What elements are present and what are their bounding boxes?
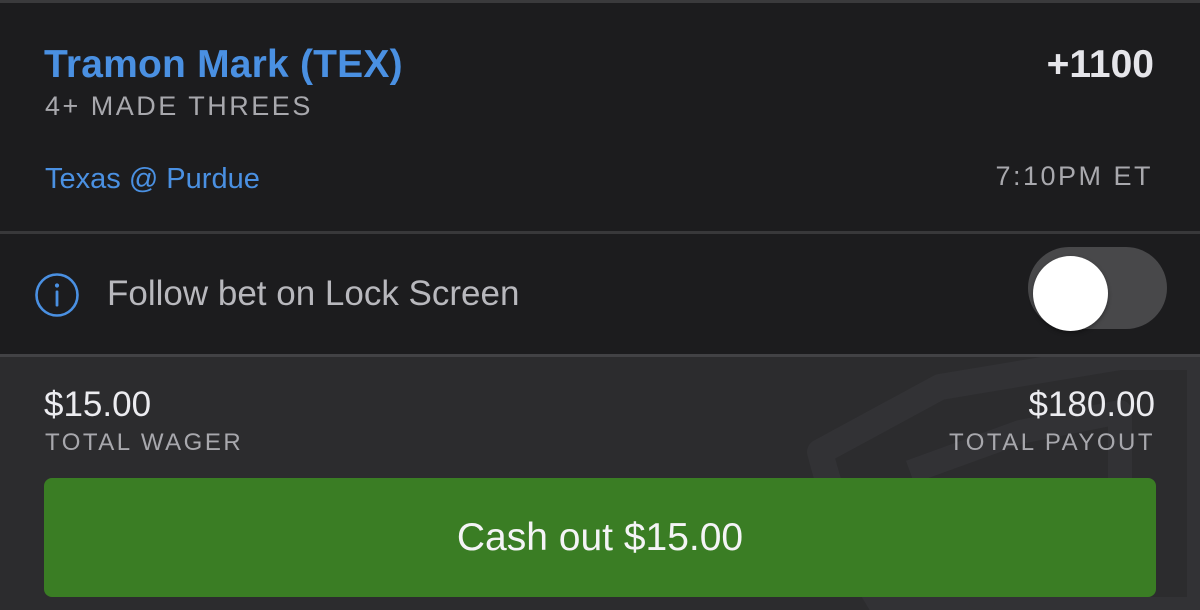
lock-screen-row: Follow bet on Lock Screen: [0, 234, 1200, 354]
toggle-knob: [1033, 256, 1108, 331]
cash-out-button[interactable]: Cash out $15.00: [44, 478, 1156, 597]
game-time: 7:10PM ET: [995, 161, 1153, 191]
lock-screen-label: Follow bet on Lock Screen: [107, 274, 520, 313]
total-wager-label: TOTAL WAGER: [45, 429, 244, 456]
lock-screen-toggle[interactable]: [1028, 247, 1167, 331]
bet-card: Tramon Mark (TEX) +1100 4+ MADE THREES T…: [0, 0, 1200, 610]
odds: +1100: [1046, 43, 1154, 86]
market-label: 4+ MADE THREES: [45, 91, 313, 121]
total-payout-label: TOTAL PAYOUT: [948, 429, 1155, 456]
wager-summary: $15.00 TOTAL WAGER $180.00 TOTAL PAYOUT …: [0, 357, 1200, 610]
bet-details: Tramon Mark (TEX) +1100 4+ MADE THREES T…: [0, 3, 1200, 231]
cash-out-label: Cash out $15.00: [456, 515, 744, 559]
player-name-link[interactable]: Tramon Mark (TEX): [44, 43, 403, 87]
matchup-link[interactable]: Texas @ Purdue: [45, 163, 260, 196]
info-icon[interactable]: [34, 272, 80, 318]
total-wager-amount: $15.00: [44, 385, 152, 424]
total-payout-amount: $180.00: [1028, 385, 1155, 424]
